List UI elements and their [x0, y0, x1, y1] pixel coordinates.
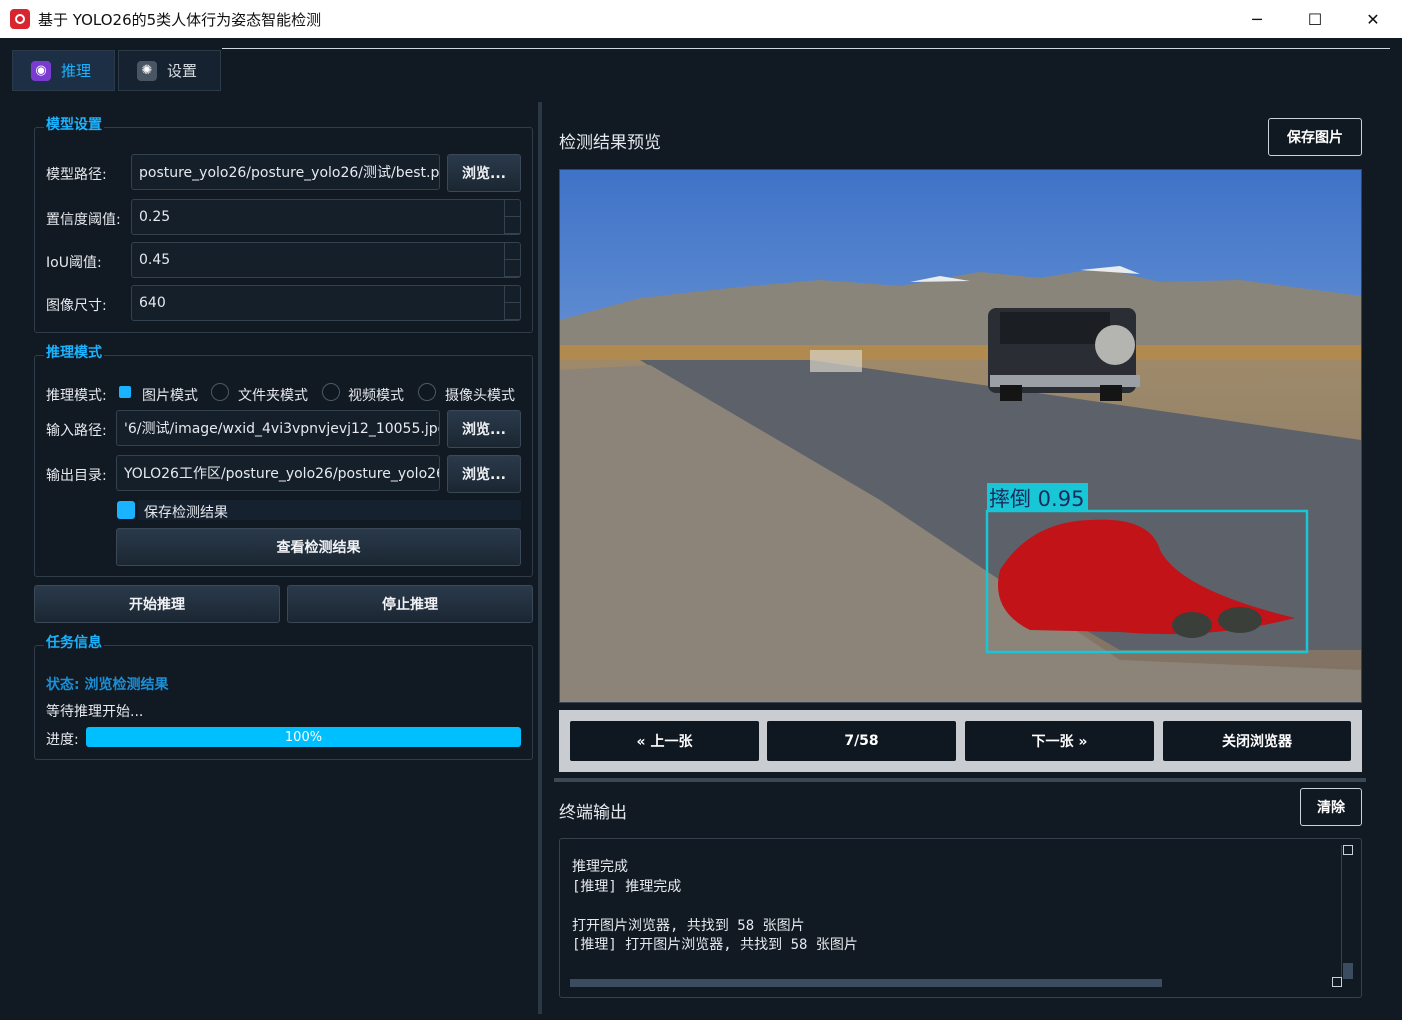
vertical-splitter[interactable]	[554, 778, 1366, 782]
tab-inference[interactable]: ◉ 推理	[12, 50, 115, 91]
save-image-button[interactable]: 保存图片	[1268, 118, 1362, 156]
terminal-vertical-scrollbar[interactable]	[1341, 845, 1353, 979]
iou-value: 0.45	[139, 252, 171, 268]
panel-splitter[interactable]	[538, 102, 542, 1014]
model-browse-button[interactable]: 浏览...	[447, 154, 521, 192]
folder-mode-label: 文件夹模式	[238, 388, 308, 404]
app-logo-icon	[10, 9, 30, 29]
iou-spinbox[interactable]: 0.45	[131, 242, 521, 278]
image-size-stepper[interactable]	[504, 286, 520, 320]
camera-mode-radio[interactable]	[418, 383, 436, 401]
output-dir-input[interactable]: YOLO26工作区/posture_yolo26/posture_yolo26	[116, 455, 440, 491]
input-path-input[interactable]: '6/测试/image/wxid_4vi3vpnvjevj12_10055.jp…	[116, 410, 440, 446]
status-text: 状态: 浏览检测结果	[46, 677, 169, 693]
scroll-up-icon[interactable]	[1343, 845, 1353, 855]
tab-inference-label: 推理	[61, 62, 92, 80]
terminal-horizontal-scrollbar[interactable]	[566, 977, 1342, 989]
video-mode-radio[interactable]	[322, 383, 340, 401]
output-dir-label: 输出目录:	[46, 468, 107, 484]
window-title: 基于 YOLO26的5类人体行为姿态智能检测	[38, 10, 322, 29]
image-size-label: 图像尺寸:	[46, 298, 107, 314]
view-results-button[interactable]: 查看检测结果	[116, 528, 521, 566]
image-mode-label: 图片模式	[142, 388, 198, 404]
progress-text: 100%	[284, 729, 323, 745]
maximize-button[interactable]: ☐	[1286, 0, 1344, 38]
model-path-input[interactable]: posture_yolo26/posture_yolo26/测试/best.pt	[131, 154, 440, 190]
confidence-spinbox[interactable]: 0.25	[131, 199, 521, 235]
task-info-title: 任务信息	[44, 632, 104, 652]
detection-preview-image: 摔倒 0.95	[559, 169, 1362, 703]
title-bar: 基于 YOLO26的5类人体行为姿态智能检测 ─ ☐ ✕	[0, 0, 1402, 38]
iou-label: IoU阈值:	[46, 255, 102, 271]
detection-label: 摔倒 0.95	[989, 487, 1084, 511]
image-mode-radio[interactable]	[119, 386, 131, 398]
horizontal-scroll-thumb[interactable]	[570, 979, 1162, 987]
minimize-button[interactable]: ─	[1228, 0, 1286, 38]
terminal-text: 推理完成 [推理] 推理完成 打开图片浏览器, 共找到 58 张图片 [推理] …	[572, 859, 858, 953]
input-browse-button[interactable]: 浏览...	[447, 410, 521, 448]
tab-settings[interactable]: ✺ 设置	[118, 50, 221, 91]
folder-mode-radio[interactable]	[211, 383, 229, 401]
image-counter: 7/58	[767, 721, 956, 761]
preview-scene: 摔倒 0.95	[560, 170, 1361, 702]
close-browser-button[interactable]: 关闭浏览器	[1163, 721, 1351, 761]
confidence-stepper[interactable]	[504, 200, 520, 234]
tab-bar-line	[222, 48, 1390, 49]
scroll-right-icon[interactable]	[1332, 977, 1342, 987]
clear-terminal-button[interactable]: 清除	[1300, 788, 1362, 826]
car-shape	[988, 308, 1140, 401]
image-navigator: « 上一张 7/58 下一张 » 关闭浏览器	[559, 710, 1362, 772]
iou-stepper[interactable]	[504, 243, 520, 277]
camera-mode-label: 摄像头模式	[445, 388, 515, 404]
prev-image-button[interactable]: « 上一张	[570, 721, 759, 761]
terminal-title: 终端输出	[559, 803, 627, 823]
close-button[interactable]: ✕	[1344, 0, 1402, 38]
tab-settings-label: 设置	[167, 62, 198, 80]
status-message: 等待推理开始...	[46, 704, 144, 720]
brain-icon: ◉	[31, 60, 51, 81]
confidence-label: 置信度阈值:	[46, 212, 121, 228]
start-inference-button[interactable]: 开始推理	[34, 585, 280, 623]
save-results-label: 保存检测结果	[144, 505, 228, 521]
input-path-label: 输入路径:	[46, 423, 107, 439]
output-browse-button[interactable]: 浏览...	[447, 455, 521, 493]
inference-mode-title: 推理模式	[44, 342, 104, 362]
progress-bar: 100%	[86, 727, 521, 747]
gear-icon: ✺	[137, 60, 157, 81]
stop-inference-button[interactable]: 停止推理	[287, 585, 533, 623]
confidence-value: 0.25	[139, 209, 171, 225]
model-path-label: 模型路径:	[46, 167, 107, 183]
terminal-output[interactable]: 推理完成 [推理] 推理完成 打开图片浏览器, 共找到 58 张图片 [推理] …	[559, 838, 1362, 998]
image-size-value: 640	[139, 295, 166, 311]
vertical-scroll-thumb[interactable]	[1343, 963, 1353, 979]
progress-label: 进度:	[46, 732, 79, 748]
image-size-spinbox[interactable]: 640	[131, 285, 521, 321]
preview-title: 检测结果预览	[559, 133, 661, 153]
main-window: ◉ 推理 ✺ 设置 模型设置 模型路径: posture_yolo26/post…	[0, 38, 1402, 1020]
video-mode-label: 视频模式	[348, 388, 404, 404]
next-image-button[interactable]: 下一张 »	[965, 721, 1154, 761]
model-settings-title: 模型设置	[44, 114, 104, 134]
save-results-checkbox[interactable]	[117, 501, 135, 519]
mode-label: 推理模式:	[46, 388, 107, 404]
